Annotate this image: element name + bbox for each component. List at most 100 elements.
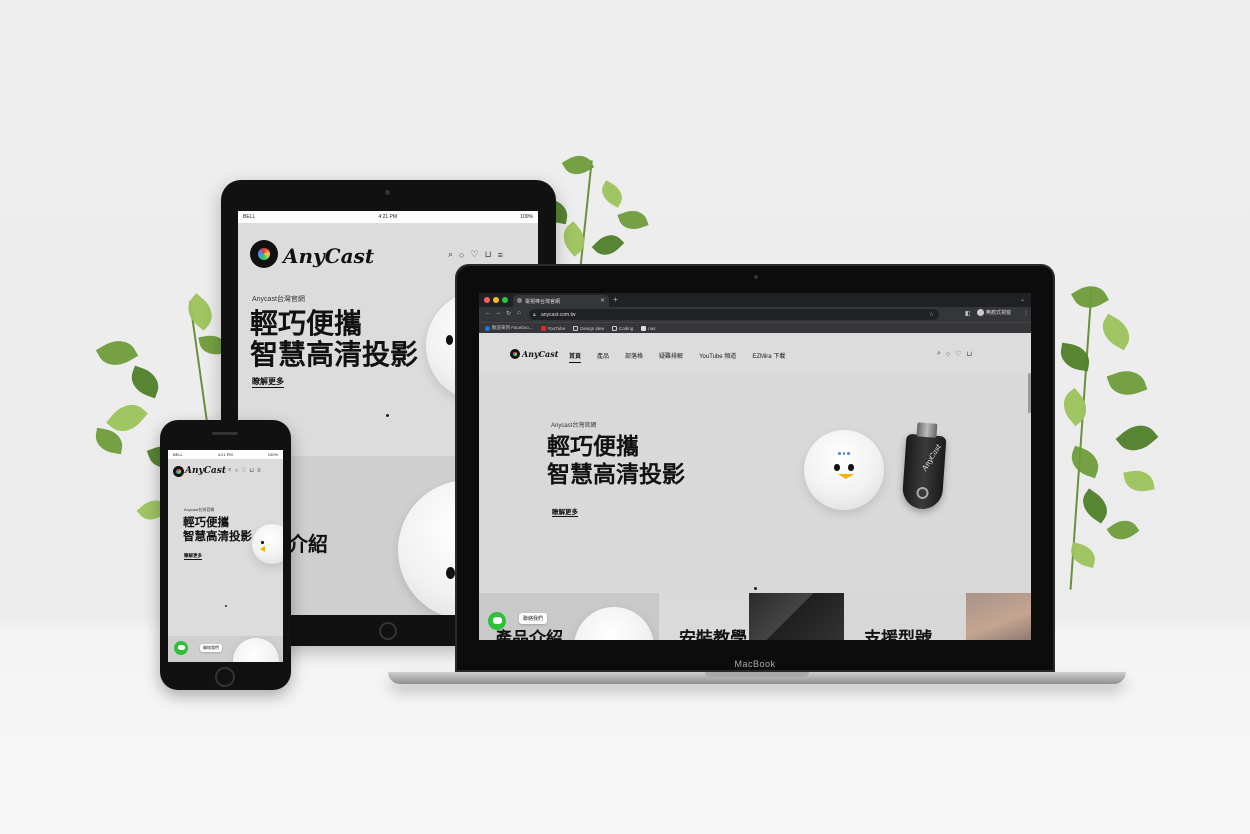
- tile-install-guide[interactable]: 安裝教學: [659, 593, 844, 640]
- minimize-window-icon[interactable]: [493, 297, 499, 303]
- user-icon[interactable]: ○: [459, 250, 464, 260]
- line-chat-icon[interactable]: [488, 612, 506, 630]
- anycast-website: AnyCast 首頁 產品 部落格 疑難排解 YouTube 頻道 EZMira…: [479, 333, 1031, 640]
- product-puck-image: [252, 524, 283, 564]
- time-label: 4:21 PM: [217, 452, 233, 457]
- menu-item-troubleshooting[interactable]: 疑難排解: [659, 351, 683, 363]
- time-label: 4:21 PM: [378, 214, 398, 220]
- brand-logo-text[interactable]: AnyCast: [283, 244, 374, 268]
- menu-item-youtube[interactable]: YouTube 頻道: [699, 351, 736, 363]
- heart-icon[interactable]: ♡: [470, 249, 478, 260]
- tab-list-chevron-icon[interactable]: ⌄: [1020, 296, 1025, 303]
- feature-tiles: 產品介紹 安裝教學 支援型號: [479, 593, 1031, 640]
- bookmark-youtube[interactable]: YouTube: [540, 325, 565, 331]
- cart-icon[interactable]: ⊔: [966, 350, 971, 358]
- contact-us-button[interactable]: 聯絡我們: [519, 613, 548, 624]
- lock-icon: 🔒︎: [533, 312, 536, 318]
- line-chat-icon[interactable]: [174, 641, 188, 655]
- brand-logo-icon[interactable]: [510, 349, 520, 359]
- menu-item-ezmira[interactable]: EZMira 下載: [752, 351, 785, 363]
- browser-tab-active[interactable]: 電視棒台灣官網 ✕: [513, 295, 609, 307]
- tab-title: 電視棒台灣官網: [525, 299, 561, 305]
- browser-toolbar: ← → ↻ ⌂ 🔒︎ anycast.com.tw ☆ ◧ 無痕式視窗 ⋮: [479, 307, 1031, 322]
- learn-more-link[interactable]: 瞭解更多: [184, 553, 202, 560]
- bookmark-facebook[interactable]: 歡迎來到 Faceboo...: [485, 325, 533, 331]
- tile-label-supported-models: 支援型號: [864, 629, 932, 640]
- bookmarks-bar: 歡迎來到 Faceboo... YouTube Design idea Codi…: [479, 322, 1031, 333]
- cart-icon[interactable]: ⊔: [485, 249, 492, 260]
- cart-icon[interactable]: ⊔: [249, 467, 254, 474]
- bookmark-nas[interactable]: nas: [641, 325, 656, 331]
- battery-label: 100%: [267, 452, 278, 457]
- new-tab-icon[interactable]: +: [613, 295, 618, 304]
- tab-favicon-icon: [517, 298, 522, 303]
- tab-close-icon[interactable]: ✕: [600, 297, 605, 304]
- learn-more-link[interactable]: 瞭解更多: [252, 376, 284, 388]
- slide-indicator[interactable]: [225, 605, 227, 607]
- incognito-profile[interactable]: 無痕式視窗: [977, 309, 1012, 317]
- profile-label: 無痕式視窗: [986, 310, 1012, 316]
- menu-item-home[interactable]: 首頁: [569, 351, 582, 363]
- tile-supported-models[interactable]: 支援型號: [844, 593, 1031, 640]
- page-scrollbar[interactable]: [1028, 373, 1031, 413]
- tablet-section-title: 介紹: [288, 534, 328, 556]
- slide-indicator[interactable]: [754, 587, 757, 590]
- address-bar[interactable]: 🔒︎ anycast.com.tw ☆: [529, 309, 939, 320]
- hero-title-line1: 輕巧便攜: [250, 308, 363, 339]
- brand-logo-text[interactable]: AnyCast: [185, 466, 226, 476]
- bookmark-design-idea[interactable]: Design idea: [573, 325, 604, 331]
- youtube-icon: [540, 325, 546, 331]
- tile-supported-photo: [966, 593, 1031, 640]
- brand-logo-icon[interactable]: [173, 466, 184, 477]
- product-puck-image: [233, 638, 279, 662]
- heart-icon[interactable]: ♡: [955, 350, 961, 358]
- phone-device: BELL 4:21 PM 100% AnyCast ⌕ ○ ♡ ⊔ ≡ Anyc…: [160, 420, 291, 690]
- user-icon[interactable]: ○: [234, 468, 238, 474]
- sidebar-icon[interactable]: ◧: [965, 310, 971, 317]
- tile-product-intro[interactable]: 產品介紹: [479, 593, 659, 640]
- user-icon[interactable]: ○: [946, 351, 950, 358]
- search-icon[interactable]: ⌕: [448, 249, 453, 260]
- tile-label-install-guide: 安裝教學: [679, 629, 747, 640]
- home-icon[interactable]: ⌂: [517, 310, 521, 316]
- menu-icon[interactable]: ≡: [257, 468, 261, 474]
- heart-icon[interactable]: ♡: [241, 467, 246, 474]
- bookmark-coding[interactable]: Coding: [611, 325, 633, 331]
- phone-screen: BELL 4:21 PM 100% AnyCast ⌕ ○ ♡ ⊔ ≡ Anyc…: [168, 450, 283, 662]
- hero-title-line2: 智慧高清投影: [250, 339, 419, 370]
- carrier-label: BELL: [243, 214, 256, 220]
- menu-item-products[interactable]: 產品: [597, 351, 609, 363]
- tablet-home-button[interactable]: [379, 622, 397, 640]
- brand-logo-icon[interactable]: [250, 240, 278, 268]
- bookmark-star-icon[interactable]: ☆: [929, 311, 934, 318]
- learn-more-link[interactable]: 瞭解更多: [552, 506, 578, 517]
- hero-kicker: Anycast台灣官網: [551, 423, 597, 429]
- reload-icon[interactable]: ↻: [506, 310, 511, 317]
- laptop-camera: [754, 275, 758, 279]
- incognito-avatar-icon: [977, 309, 984, 317]
- laptop-brand-label: MacBook: [734, 659, 776, 669]
- hero-title-line2: 智慧高清投影: [547, 461, 685, 487]
- more-menu-icon[interactable]: ⋮: [1023, 310, 1029, 317]
- menu-item-blog[interactable]: 部落格: [625, 351, 643, 363]
- hero-title-line1: 輕巧便攜: [547, 433, 639, 459]
- close-window-icon[interactable]: [484, 297, 490, 303]
- search-icon[interactable]: ⌕: [228, 467, 231, 474]
- tablet-camera: [385, 190, 390, 195]
- dongle-ring-icon: [916, 486, 929, 500]
- product-puck-image: [804, 430, 884, 510]
- maximize-window-icon[interactable]: [502, 297, 508, 303]
- tablet-header-icons: ⌕ ○ ♡ ⊔ ≡: [448, 249, 503, 260]
- phone-home-button[interactable]: [215, 667, 235, 687]
- tile-install-photo: [749, 593, 844, 640]
- menu-icon[interactable]: ≡: [498, 250, 503, 260]
- forward-icon[interactable]: →: [495, 310, 501, 316]
- carrier-label: BELL: [173, 452, 183, 457]
- brand-logo-text[interactable]: AnyCast: [522, 349, 558, 359]
- slide-indicator[interactable]: [386, 414, 389, 417]
- back-icon[interactable]: ←: [485, 310, 491, 316]
- search-icon[interactable]: ⌕: [937, 350, 941, 358]
- contact-us-button[interactable]: 聯絡我們: [200, 644, 222, 652]
- phone-header-icons: ⌕ ○ ♡ ⊔ ≡: [228, 467, 261, 474]
- main-menu: 首頁 產品 部落格 疑難排解 YouTube 頻道 EZMira 下載: [569, 351, 785, 363]
